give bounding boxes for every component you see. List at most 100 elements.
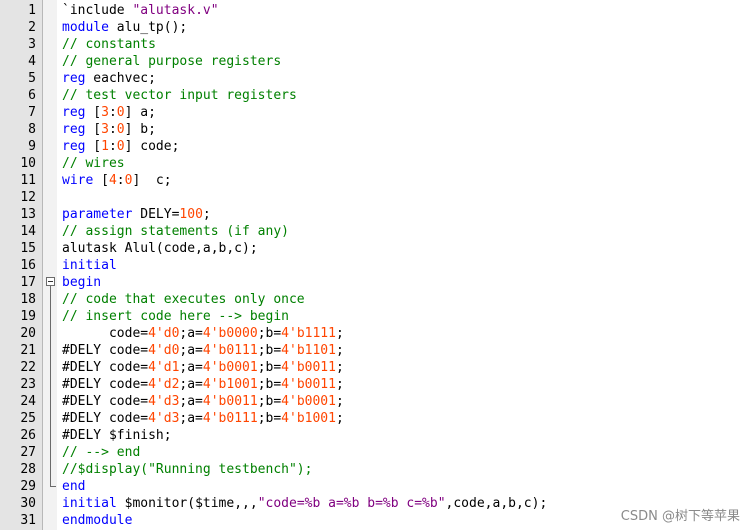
code-line[interactable]: 3 // constants xyxy=(0,36,750,53)
code-text[interactable]: module alu_tp(); xyxy=(62,19,187,36)
code-text[interactable]: end xyxy=(62,478,85,495)
code-line[interactable]: 9 reg [1:0] code; xyxy=(0,138,750,155)
line-number: 13 xyxy=(20,207,36,222)
fold-guide xyxy=(44,325,56,342)
code-token: #DELY code= xyxy=(62,394,149,409)
code-text[interactable]: // constants xyxy=(62,36,156,53)
code-lines[interactable]: 1 `include "alutask.v" 2 module alu_tp(); 3 /… xyxy=(0,2,750,529)
code-token: // code that executes only once xyxy=(62,292,305,307)
code-text[interactable]: // test vector input registers xyxy=(62,87,297,104)
code-text[interactable]: `include "alutask.v" xyxy=(62,2,219,19)
code-token: 4'd2 xyxy=(148,377,180,392)
code-text[interactable]: // code that executes only once xyxy=(62,291,305,308)
line-number: 27 xyxy=(20,445,36,460)
fold-empty xyxy=(44,121,56,138)
code-text[interactable]: wire [4:0] c; xyxy=(62,172,172,189)
code-text[interactable]: reg [1:0] code; xyxy=(62,138,179,155)
code-token: eachvec; xyxy=(85,71,156,86)
code-line[interactable]: 5 reg eachvec; xyxy=(0,70,750,87)
code-line[interactable]: 2 module alu_tp(); xyxy=(0,19,750,36)
line-number: 9 xyxy=(28,139,36,154)
code-line[interactable]: 20 code=4'd0;a=4'b0000;b=4'b1111; xyxy=(0,325,750,342)
code-line[interactable]: 12 xyxy=(0,189,750,206)
code-line[interactable]: 6 // test vector input registers xyxy=(0,87,750,104)
fold-empty xyxy=(44,138,56,155)
fold-toggle-icon[interactable] xyxy=(44,274,56,291)
code-text[interactable]: begin xyxy=(62,274,101,291)
code-token: ; xyxy=(335,326,344,341)
code-text[interactable]: reg [3:0] b; xyxy=(62,121,156,138)
code-line[interactable]: 8 reg [3:0] b; xyxy=(0,121,750,138)
line-number: 21 xyxy=(20,343,36,358)
line-number: 29 xyxy=(20,479,36,494)
code-text[interactable]: // general purpose registers xyxy=(62,53,281,70)
code-token: ] code; xyxy=(124,139,180,154)
line-number: 2 xyxy=(28,20,36,35)
code-line[interactable]: 15 alutask Alul(code,a,b,c); xyxy=(0,240,750,257)
code-token: ] c; xyxy=(132,173,172,188)
code-line[interactable]: 16 initial xyxy=(0,257,750,274)
code-token: 4'd3 xyxy=(148,411,180,426)
code-token: ;a= xyxy=(179,394,203,409)
code-line[interactable]: 27 // --> end xyxy=(0,444,750,461)
code-text[interactable]: alutask Alul(code,a,b,c); xyxy=(62,240,258,257)
code-text[interactable]: endmodule xyxy=(62,512,132,529)
code-token: 4'b0111 xyxy=(202,411,258,426)
code-token: reg xyxy=(62,71,86,86)
code-line[interactable]: 29 end xyxy=(0,478,750,495)
code-text[interactable]: #DELY code=4'd3;a=4'b0011;b=4'b0001; xyxy=(62,393,344,410)
code-token: // --> end xyxy=(62,445,141,460)
code-token: ;b= xyxy=(257,343,282,358)
code-token: 3 xyxy=(101,122,109,137)
code-line[interactable]: 11 wire [4:0] c; xyxy=(0,172,750,189)
code-text[interactable]: // wires xyxy=(62,155,125,172)
code-line[interactable]: 19 // insert code here --> begin xyxy=(0,308,750,325)
code-text[interactable]: reg [3:0] a; xyxy=(62,104,156,121)
code-text[interactable]: initial xyxy=(62,257,117,274)
code-text[interactable]: initial $monitor($time,,,"code=%b a=%b b… xyxy=(62,495,547,512)
code-text[interactable]: // --> end xyxy=(62,444,140,461)
code-line[interactable]: 21 #DELY code=4'd0;a=4'b0111;b=4'b1101; xyxy=(0,342,750,359)
code-text[interactable]: // assign statements (if any) xyxy=(62,223,289,240)
code-line[interactable]: 28 //$display("Running testbench"); xyxy=(0,461,750,478)
code-text[interactable]: #DELY code=4'd1;a=4'b0001;b=4'b0011; xyxy=(62,359,344,376)
code-token: ;b= xyxy=(257,326,282,341)
line-number: 31 xyxy=(20,513,36,528)
fold-guide xyxy=(44,410,56,427)
code-token: code= xyxy=(62,326,149,341)
fold-empty xyxy=(44,512,56,529)
code-line[interactable]: 25 #DELY code=4'd3;a=4'b0111;b=4'b1001; xyxy=(0,410,750,427)
fold-empty xyxy=(44,36,56,53)
code-editor[interactable]: 1 `include "alutask.v" 2 module alu_tp(); 3 /… xyxy=(0,0,750,530)
code-token: // assign statements (if any) xyxy=(62,224,289,239)
code-line[interactable]: 24 #DELY code=4'd3;a=4'b0011;b=4'b0001; xyxy=(0,393,750,410)
code-line[interactable]: 13 parameter DELY=100; xyxy=(0,206,750,223)
line-number: 1 xyxy=(28,3,36,18)
code-text[interactable]: #DELY code=4'd3;a=4'b0111;b=4'b1001; xyxy=(62,410,344,427)
code-line[interactable]: 10 // wires xyxy=(0,155,750,172)
code-line[interactable]: 26 #DELY $finish; xyxy=(0,427,750,444)
code-text[interactable]: #DELY $finish; xyxy=(62,427,172,444)
code-line[interactable]: 4 // general purpose registers xyxy=(0,53,750,70)
code-line[interactable]: 22 #DELY code=4'd1;a=4'b0001;b=4'b0011; xyxy=(0,359,750,376)
code-line[interactable]: 1 `include "alutask.v" xyxy=(0,2,750,19)
code-token: alutask Alul(code,a,b,c); xyxy=(62,241,258,256)
code-line[interactable]: 23 #DELY code=4'd2;a=4'b1001;b=4'b0011; xyxy=(0,376,750,393)
code-token: 0 xyxy=(116,122,125,137)
code-line[interactable]: 18 // code that executes only once xyxy=(0,291,750,308)
code-token: 4'b1111 xyxy=(281,326,336,341)
code-line[interactable]: 17 begin xyxy=(0,274,750,291)
code-text[interactable]: // insert code here --> begin xyxy=(62,308,289,325)
code-text[interactable]: code=4'd0;a=4'b0000;b=4'b1111; xyxy=(62,325,344,342)
code-line[interactable]: 14 // assign statements (if any) xyxy=(0,223,750,240)
code-text[interactable]: parameter DELY=100; xyxy=(62,206,211,223)
code-text[interactable]: #DELY code=4'd2;a=4'b1001;b=4'b0011; xyxy=(62,376,344,393)
code-token: // test vector input registers xyxy=(62,88,297,103)
code-text[interactable]: #DELY code=4'd0;a=4'b0111;b=4'b1101; xyxy=(62,342,344,359)
code-line[interactable]: 7 reg [3:0] a; xyxy=(0,104,750,121)
code-text[interactable]: reg eachvec; xyxy=(62,70,156,87)
code-text[interactable]: //$display("Running testbench"); xyxy=(62,461,312,478)
line-number: 22 xyxy=(20,360,36,375)
fold-empty xyxy=(44,70,56,87)
code-token: ; xyxy=(335,411,344,426)
